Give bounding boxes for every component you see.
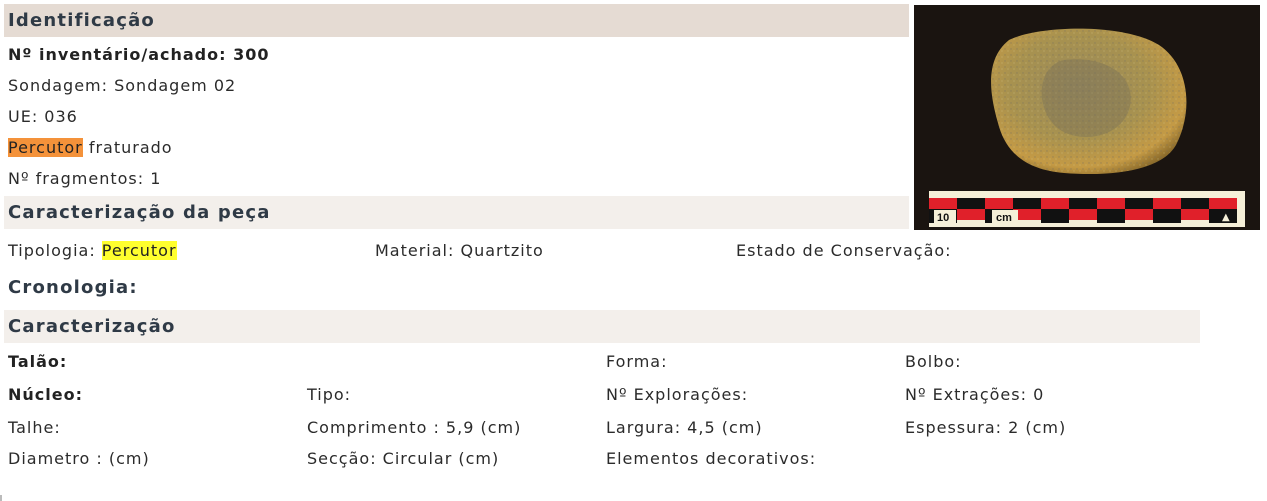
tipo-highlight[interactable]: Percutor [8,138,83,157]
bolbo-field: Bolbo: [905,352,962,371]
tipo-rest: fraturado [82,138,173,157]
inventario-field: Nº inventário/achado: 300 [8,45,270,64]
espessura-field: Espessura: 2 (cm) [905,418,1067,437]
page-edge-divider [0,495,2,501]
scale-number: 10 [937,212,949,224]
talao-field: Talão: [8,352,68,371]
material-field: Material: Quartzito [375,241,544,260]
largura-field: Largura: 4,5 (cm) [606,418,763,437]
tipologia-label: Tipologia: [8,241,102,260]
talhe-field: Talhe: [8,418,61,437]
diametro-field: Diametro : (cm) [8,449,150,468]
fragmentos-field: Nº fragmentos: 1 [8,169,162,188]
artifact-image: 10 cm ▲ [914,5,1260,230]
estado-field: Estado de Conservação: [736,241,952,260]
cronologia-heading: Cronologia: [8,277,138,298]
comprimento-field: Comprimento : 5,9 (cm) [307,418,522,437]
nucleo-field: Núcleo: [8,385,83,404]
caracterizacao-heading: Caracterização [8,316,176,337]
seccao-field: Secção: Circular (cm) [307,449,500,468]
tipo-field: Percutor fraturado [8,138,173,158]
sondagem-field: Sondagem: Sondagem 02 [8,76,237,95]
ue-field: UE: 036 [8,107,78,126]
scale-unit: cm [996,212,1012,224]
scale-arrow: ▲ [1222,212,1230,223]
tipologia-value[interactable]: Percutor [101,241,177,260]
artifact-photo[interactable]: 10 cm ▲ [914,5,1260,230]
exploracoes-field: Nº Explorações: [606,385,749,404]
caracterizacao-bar [4,310,1200,343]
identificacao-heading: Identificação [8,10,155,31]
tipo-nucleo-field: Tipo: [307,385,352,404]
extracoes-field: Nº Extrações: 0 [905,385,1045,404]
forma-field: Forma: [606,352,668,371]
elementos-field: Elementos decorativos: [606,449,817,468]
scale-ruler: 10 cm ▲ [929,191,1245,227]
tipologia-field: Tipologia: Percutor [8,241,177,261]
caracterizacao-peca-heading: Caracterização da peça [8,202,271,223]
